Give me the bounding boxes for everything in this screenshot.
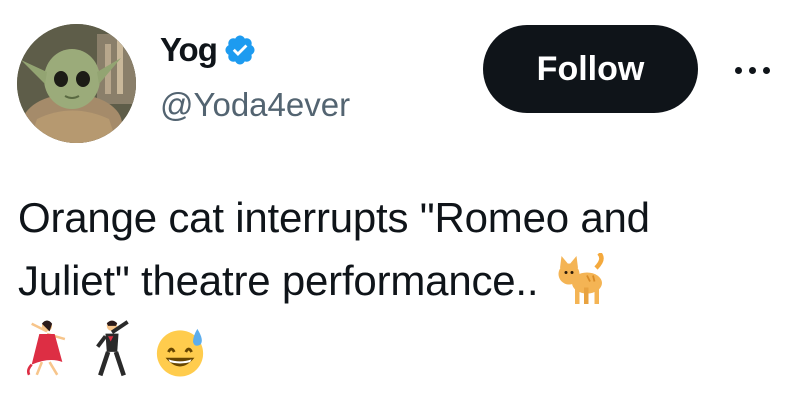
more-horizontal-icon [734, 66, 742, 74]
man-dancing-emoji-icon [96, 320, 129, 377]
grinning-sweat-emoji-icon [156, 328, 204, 377]
display-name[interactable]: Yog [160, 30, 218, 70]
baby-yoda-avatar-icon [17, 24, 136, 143]
tweet-text-line-2-wrapper: Juliet" theatre performance.. [18, 249, 788, 312]
follow-button[interactable]: Follow [483, 25, 698, 113]
cat-emoji-icon [558, 252, 604, 304]
more-options-button[interactable] [726, 55, 778, 85]
author-name-row[interactable]: Yog [160, 30, 257, 70]
woman-dancing-emoji-icon [26, 320, 66, 376]
tweet-text: Orange cat interrupts "Romeo and Juliet"… [18, 186, 788, 312]
avatar[interactable] [17, 24, 136, 143]
tweet-text-line-2: Juliet" theatre performance.. [18, 257, 539, 304]
verified-badge-icon [225, 35, 255, 65]
tweet-text-line-1: Orange cat interrupts "Romeo and [18, 194, 650, 241]
tweet-emoji-row [24, 318, 206, 378]
author-handle[interactable]: @Yoda4ever [160, 85, 350, 125]
